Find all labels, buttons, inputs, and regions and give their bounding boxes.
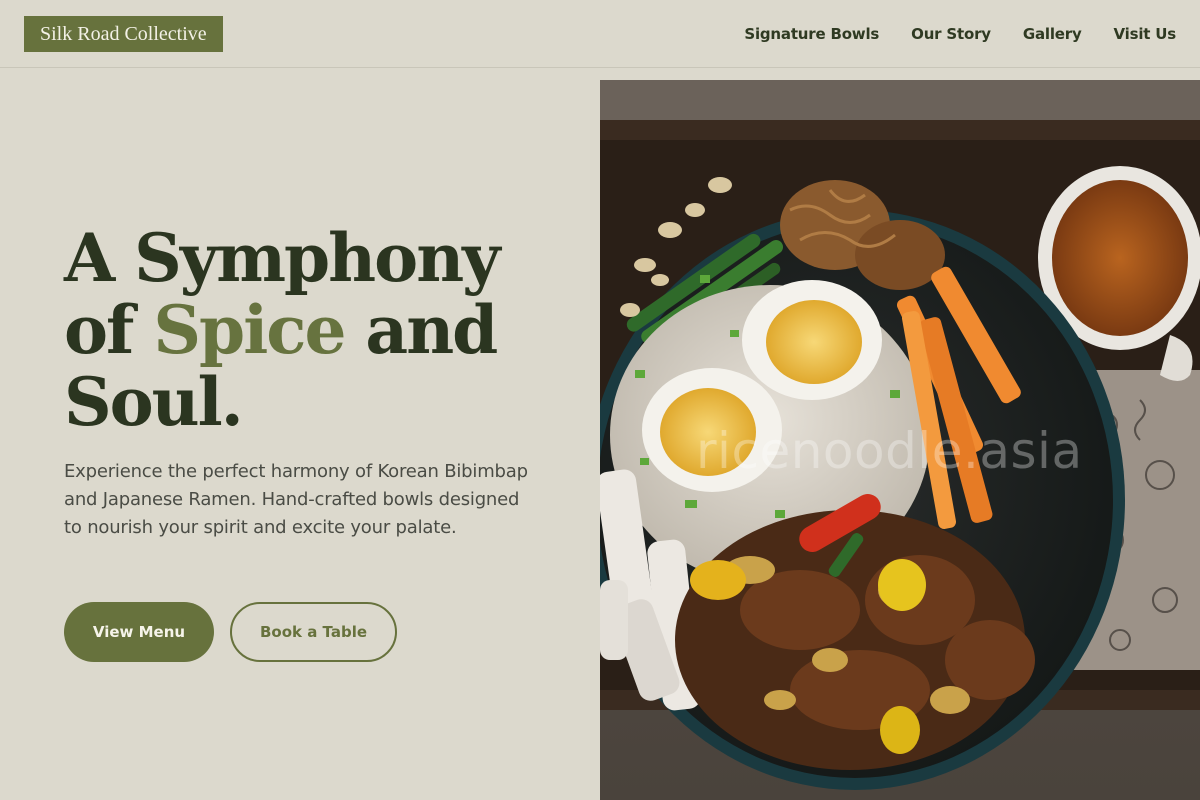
nav-link-gallery[interactable]: Gallery [1023, 25, 1082, 43]
nav-link-visit-us[interactable]: Visit Us [1114, 25, 1177, 43]
hero-description: Experience the perfect harmony of Korean… [64, 461, 528, 538]
hero-title-accent: Spice [153, 291, 346, 369]
nav-link-our-story[interactable]: Our Story [911, 25, 991, 43]
brand-logo[interactable]: Silk Road Collective [24, 16, 223, 52]
nav-link-signature-bowls[interactable]: Signature Bowls [744, 25, 879, 43]
hero-title-line3: Soul. [64, 363, 244, 441]
nav-links: Signature Bowls Our Story Gallery Visit … [744, 0, 1176, 68]
navbar: Silk Road Collective Signature Bowls Our… [0, 0, 1200, 68]
hero-title-line1: A Symphony [64, 219, 501, 297]
book-table-button[interactable]: Book a Table [230, 602, 397, 662]
hero-title-and: and [344, 291, 498, 369]
hero-food-photo: ricenoodle.asia [600, 80, 1200, 800]
view-menu-button[interactable]: View Menu [64, 602, 214, 662]
hero-title-of: of [64, 291, 154, 369]
hero-title: A Symphony of Spice and Soul. [64, 222, 564, 438]
